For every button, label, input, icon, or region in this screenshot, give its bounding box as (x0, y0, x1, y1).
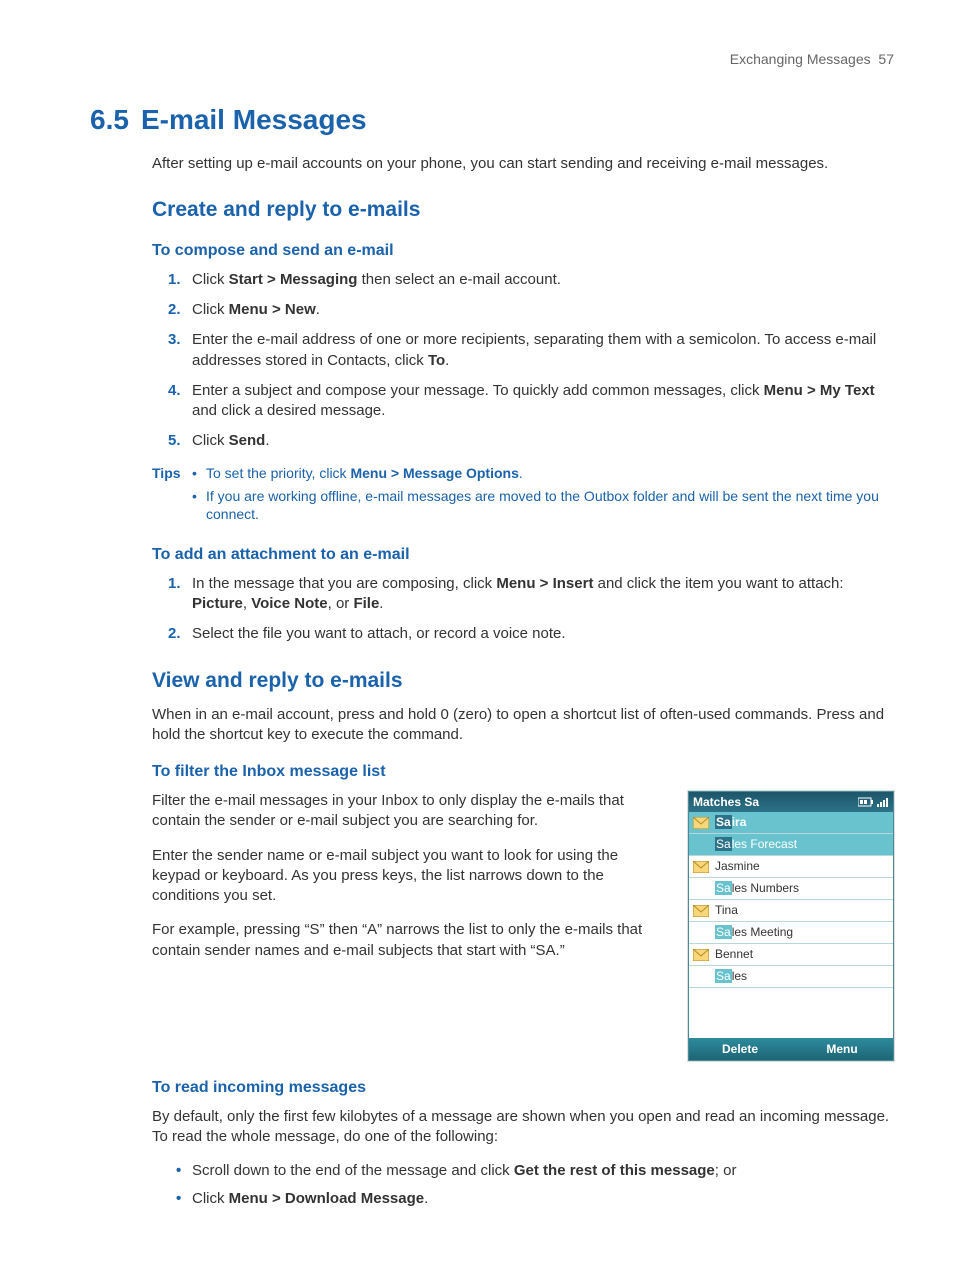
step-item: Click Send. (192, 431, 894, 451)
step-item: Enter the e-mail address of one or more … (192, 330, 894, 371)
step-item: Click Menu > New. (192, 300, 894, 320)
phone-row-sender: Saira (713, 814, 893, 830)
envelope-icon (689, 949, 713, 961)
section-heading: 6.5 E-mail Messages (90, 101, 894, 139)
two-column-block: Filter the e-mail messages in your Inbox… (152, 791, 894, 1061)
phone-status-icons (858, 797, 889, 807)
phone-row-sender: Jasmine (713, 858, 893, 874)
phone-title: Matches Sa (693, 794, 759, 810)
subsection-heading: View and reply to e-mails (152, 667, 894, 695)
phone-list-row: Jasmine (689, 856, 893, 878)
manual-page: Exchanging Messages 57 6.5 E-mail Message… (0, 0, 954, 1284)
phone-list-subject: Sales Meeting (689, 922, 893, 944)
section-title: E-mail Messages (141, 104, 367, 135)
phone-row-subject: Sales Forecast (713, 836, 893, 852)
paragraph: When in an e-mail account, press and hol… (152, 705, 894, 746)
running-header: Exchanging Messages 57 (90, 50, 894, 69)
page-number: 57 (878, 51, 894, 67)
phone-list-row: Tina (689, 900, 893, 922)
phone-list-row: Bennet (689, 944, 893, 966)
step-item: In the message that you are composing, c… (192, 574, 894, 615)
phone-blank-area (689, 988, 893, 1038)
phone-screenshot: Matches Sa Saira Sales Forecast (688, 791, 894, 1061)
phone-list-row: Saira (689, 812, 893, 834)
paragraph: Enter the sender name or e-mail subject … (152, 846, 660, 907)
step-item: Select the file you want to attach, or r… (192, 624, 894, 644)
topic-heading: To filter the Inbox message list (152, 761, 894, 783)
bullet-item: Click Menu > Download Message. (192, 1189, 894, 1209)
phone-list-subject: Sales (689, 966, 893, 988)
softkey-left: Delete (689, 1041, 791, 1057)
section-intro: After setting up e-mail accounts on your… (152, 154, 894, 174)
envelope-icon (689, 905, 713, 917)
section-number: 6.5 (90, 104, 129, 135)
step-list: Click Start > Messaging then select an e… (152, 270, 894, 452)
envelope-icon (689, 817, 713, 829)
phone-softkeys: Delete Menu (689, 1038, 893, 1060)
paragraph: By default, only the first few kilobytes… (152, 1107, 894, 1148)
phone-row-subject: Sales (713, 968, 893, 984)
phone-row-sender: Bennet (713, 946, 893, 962)
bullet-item: Scroll down to the end of the message an… (192, 1161, 894, 1181)
paragraph: For example, pressing “S” then “A” narro… (152, 920, 660, 961)
topic-heading: To read incoming messages (152, 1077, 894, 1099)
subsection-heading: Create and reply to e-mails (152, 196, 894, 224)
phone-list-subject: Sales Forecast (689, 834, 893, 856)
softkey-right: Menu (791, 1041, 893, 1057)
chapter-name: Exchanging Messages (730, 51, 871, 67)
phone-list-subject: Sales Numbers (689, 878, 893, 900)
tips-label: Tips (152, 464, 192, 529)
column-text: Filter the e-mail messages in your Inbox… (152, 791, 660, 975)
phone-row-sender: Tina (713, 902, 893, 918)
bullet-list: Scroll down to the end of the message an… (152, 1161, 894, 1210)
envelope-icon (689, 861, 713, 873)
step-item: Click Start > Messaging then select an e… (192, 270, 894, 290)
tips-items: To set the priority, click Menu > Messag… (192, 464, 894, 529)
paragraph: Filter the e-mail messages in your Inbox… (152, 791, 660, 832)
phone-titlebar: Matches Sa (689, 792, 893, 812)
step-list: In the message that you are composing, c… (152, 574, 894, 645)
step-item: Enter a subject and compose your message… (192, 381, 894, 422)
topic-heading: To compose and send an e-mail (152, 240, 894, 262)
tips-block: Tips To set the priority, click Menu > M… (152, 464, 894, 529)
phone-row-subject: Sales Meeting (713, 924, 893, 940)
tip-item: To set the priority, click Menu > Messag… (192, 464, 894, 483)
tip-item: If you are working offline, e-mail messa… (192, 487, 894, 525)
battery-icon (858, 797, 874, 807)
signal-icon (877, 797, 889, 807)
topic-heading: To add an attachment to an e-mail (152, 544, 894, 566)
phone-row-subject: Sales Numbers (713, 880, 893, 896)
